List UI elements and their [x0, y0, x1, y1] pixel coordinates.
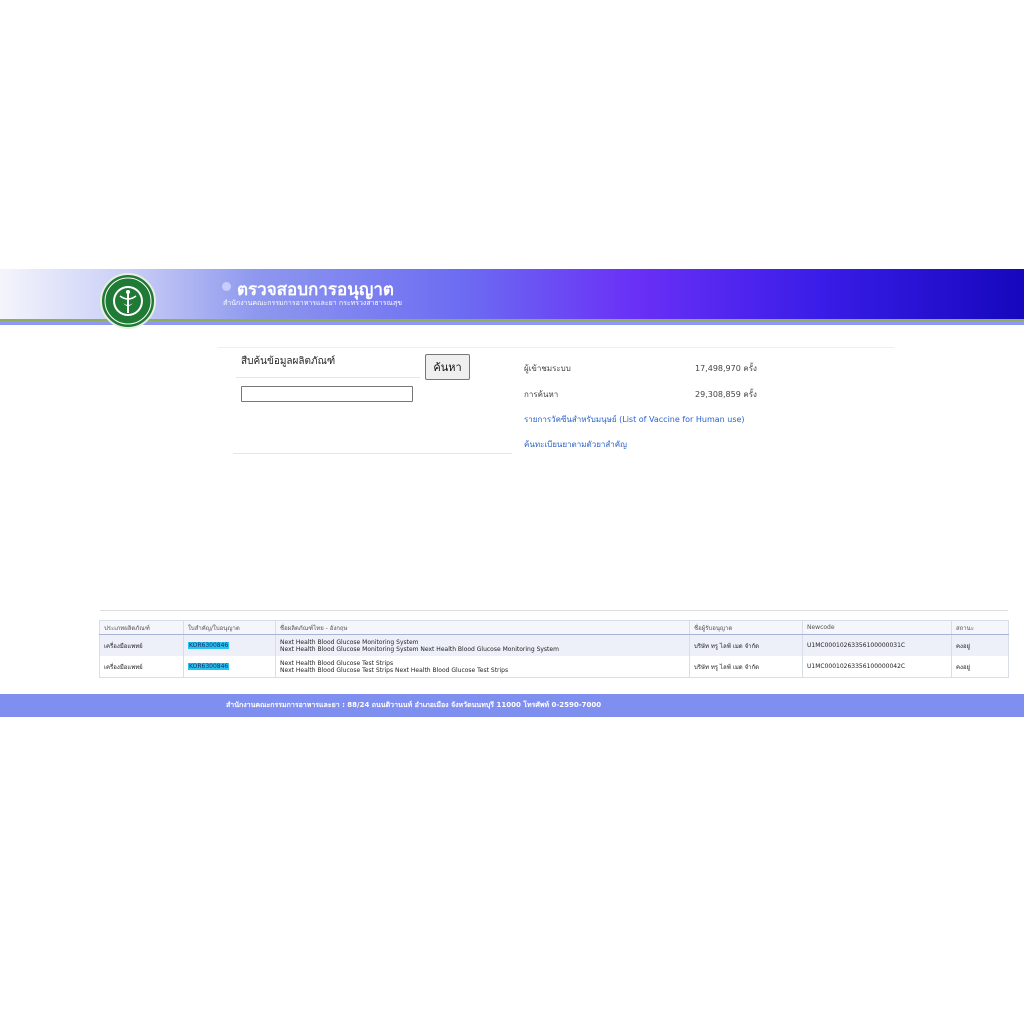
cell-license: KOR6300846 — [183, 634, 276, 656]
searches-label: การค้นหา — [524, 390, 559, 399]
panel-divider — [218, 347, 894, 348]
license-number[interactable]: KOR6300846 — [188, 642, 230, 649]
col-header-license[interactable]: ใบสำคัญ/ใบอนุญาต — [183, 620, 276, 635]
table-row[interactable]: เครื่องมือแพทย์ KOR6300846 Next Health B… — [99, 634, 1009, 656]
table-row[interactable]: เครื่องมือแพทย์ KOR6300846 Next Health B… — [99, 656, 1009, 678]
cell-product-name: Next Health Blood Glucose Test Strips Ne… — [275, 656, 690, 678]
vaccine-list-link[interactable]: รายการวัคซีนสำหรับมนุษย์ (List of Vaccin… — [524, 413, 745, 426]
searches-value: 29,308,859 ครั้ง — [695, 390, 757, 399]
product-name-line: Next Health Blood Glucose Test Strips Ne… — [280, 666, 509, 674]
cell-type: เครื่องมือแพทย์ — [99, 634, 184, 656]
results-header-row: ประเภทผลิตภัณฑ์ ใบสำคัญ/ใบอนุญาต ชื่อผลิ… — [99, 620, 1009, 635]
cell-licensee: บริษัท ทรู ไลฟ์ เมด จำกัด — [689, 634, 803, 656]
results-top-divider — [100, 610, 1008, 611]
cell-licensee: บริษัท ทรู ไลฟ์ เมด จำกัด — [689, 656, 803, 678]
license-number[interactable]: KOR6300846 — [188, 663, 230, 670]
results-table: ประเภทผลิตภัณฑ์ ใบสำคัญ/ใบอนุญาต ชื่อผลิ… — [99, 620, 1009, 678]
product-name-line: Next Health Blood Glucose Monitoring Sys… — [280, 645, 559, 653]
footer-address: สำนักงานคณะกรรมการอาหารและยา : 88/24 ถนน… — [226, 701, 602, 709]
search-button[interactable]: ค้นหา — [425, 354, 470, 380]
page-subtitle: สำนักงานคณะกรรมการอาหารและยา กระทรวงสาธา… — [223, 299, 403, 307]
search-label-divider — [236, 377, 420, 378]
col-header-newcode[interactable]: Newcode — [802, 620, 952, 635]
col-header-licensee[interactable]: ชื่อผู้รับอนุญาต — [689, 620, 803, 635]
col-header-product-name[interactable]: ชื่อผลิตภัณฑ์ไทย - อังกฤษ — [275, 620, 690, 635]
cell-type: เครื่องมือแพทย์ — [99, 656, 184, 678]
cell-product-name: Next Health Blood Glucose Monitoring Sys… — [275, 634, 690, 656]
drug-search-link[interactable]: ค้นทะเบียนยาตามตัวยาสำคัญ — [524, 438, 627, 451]
cell-newcode: U1MC00010263356100000031C — [802, 634, 952, 656]
header-divider-lower — [0, 321, 1024, 325]
visitors-value: 17,498,970 ครั้ง — [695, 364, 757, 373]
moph-logo-icon — [100, 273, 156, 329]
search-panel-bottom-divider — [233, 453, 512, 454]
search-input[interactable] — [241, 386, 413, 402]
visitors-label: ผู้เข้าชมระบบ — [524, 364, 571, 373]
title-bullet-icon — [222, 282, 231, 291]
search-label: สืบค้นข้อมูลผลิตภัณฑ์ — [241, 356, 336, 367]
col-header-status[interactable]: สถานะ — [951, 620, 1009, 635]
col-header-type[interactable]: ประเภทผลิตภัณฑ์ — [99, 620, 184, 635]
product-name-line: Next Health Blood Glucose Test Strips — [280, 659, 394, 667]
cell-status: คงอยู่ — [951, 634, 1009, 656]
cell-newcode: U1MC00010263356100000042C — [802, 656, 952, 678]
product-name-line: Next Health Blood Glucose Monitoring Sys… — [280, 638, 419, 646]
cell-license: KOR6300846 — [183, 656, 276, 678]
cell-status: คงอยู่ — [951, 656, 1009, 678]
